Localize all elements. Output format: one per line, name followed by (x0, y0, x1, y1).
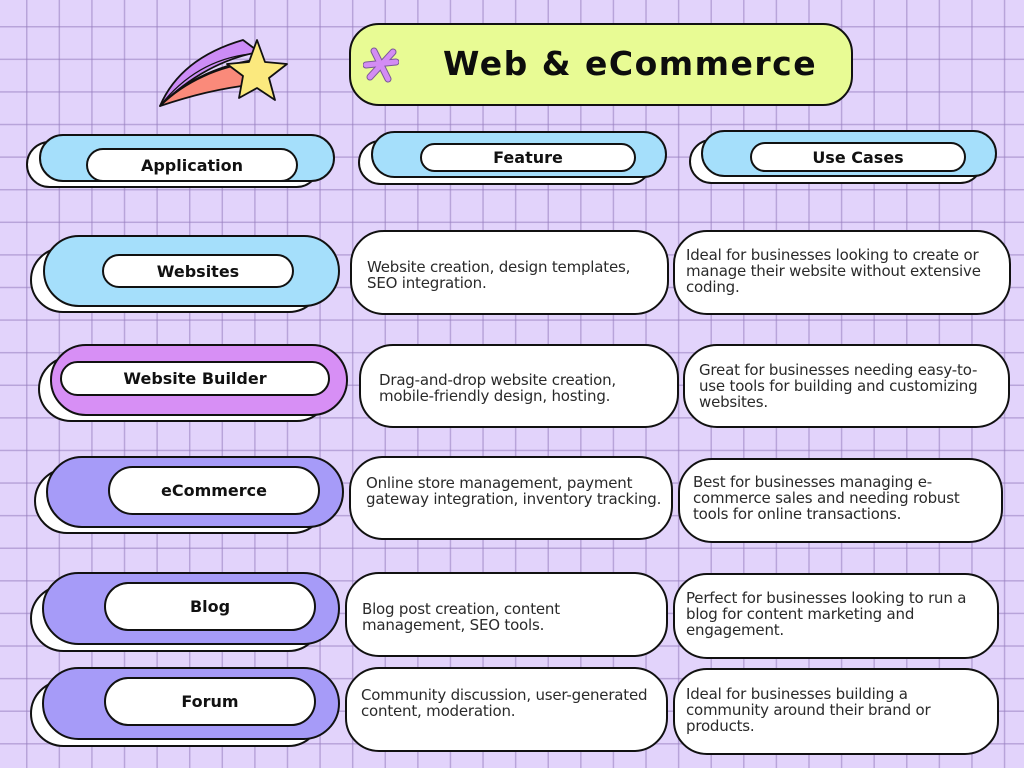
header-label: Application (86, 148, 298, 182)
feature-text: Online store management, payment gateway… (366, 474, 662, 508)
application-websites: Websites (30, 235, 342, 315)
use-case-cell: Ideal for businesses building a communit… (673, 668, 999, 755)
application-label: eCommerce (108, 466, 320, 515)
use-case-cell: Best for businesses managing e-commerce … (678, 458, 1003, 543)
application-label: Websites (102, 254, 294, 288)
header-label: Use Cases (750, 142, 966, 172)
use-case-text: Great for businesses needing easy-to-use… (699, 361, 978, 411)
use-case-text: Best for businesses managing e-commerce … (693, 472, 960, 523)
feature-text: Drag-and-drop website creation, mobile-f… (379, 371, 616, 405)
title-banner: Web & eCommerce (349, 23, 853, 106)
header-label: Feature (420, 143, 636, 172)
feature-text: Blog post creation, content management, … (362, 599, 560, 634)
header-use-cases: Use Cases (689, 130, 999, 186)
feature-cell: Drag-and-drop website creation, mobile-f… (359, 344, 679, 428)
application-label: Forum (104, 677, 316, 726)
feature-text: Website creation, design templates, SEO … (367, 257, 631, 292)
feature-cell: Blog post creation, content management, … (345, 572, 668, 657)
application-label: Website Builder (60, 361, 330, 396)
asterisk-icon (363, 47, 399, 83)
use-case-text: Perfect for businesses looking to run a … (686, 589, 967, 639)
use-case-text: Ideal for businesses looking to create o… (686, 245, 981, 296)
feature-cell: Website creation, design templates, SEO … (350, 230, 669, 315)
application-label: Blog (104, 582, 316, 631)
feature-cell: Community discussion, user-generated con… (345, 667, 668, 752)
header-application: Application (26, 134, 336, 190)
use-case-cell: Great for businesses needing easy-to-use… (683, 344, 1010, 428)
shooting-star-icon (159, 39, 288, 107)
application-ecommerce: eCommerce (34, 456, 346, 536)
use-case-cell: Perfect for businesses looking to run a … (673, 573, 999, 659)
use-case-text: Ideal for businesses building a communit… (686, 684, 931, 735)
feature-cell: Online store management, payment gateway… (349, 456, 673, 540)
page-title: Web & eCommerce (443, 44, 818, 83)
use-case-cell: Ideal for businesses looking to create o… (673, 230, 1011, 315)
header-feature: Feature (358, 131, 668, 187)
application-website-builder: Website Builder (38, 344, 350, 424)
feature-text: Community discussion, user-generated con… (361, 685, 648, 720)
application-blog: Blog (30, 572, 342, 654)
application-forum: Forum (30, 667, 342, 749)
